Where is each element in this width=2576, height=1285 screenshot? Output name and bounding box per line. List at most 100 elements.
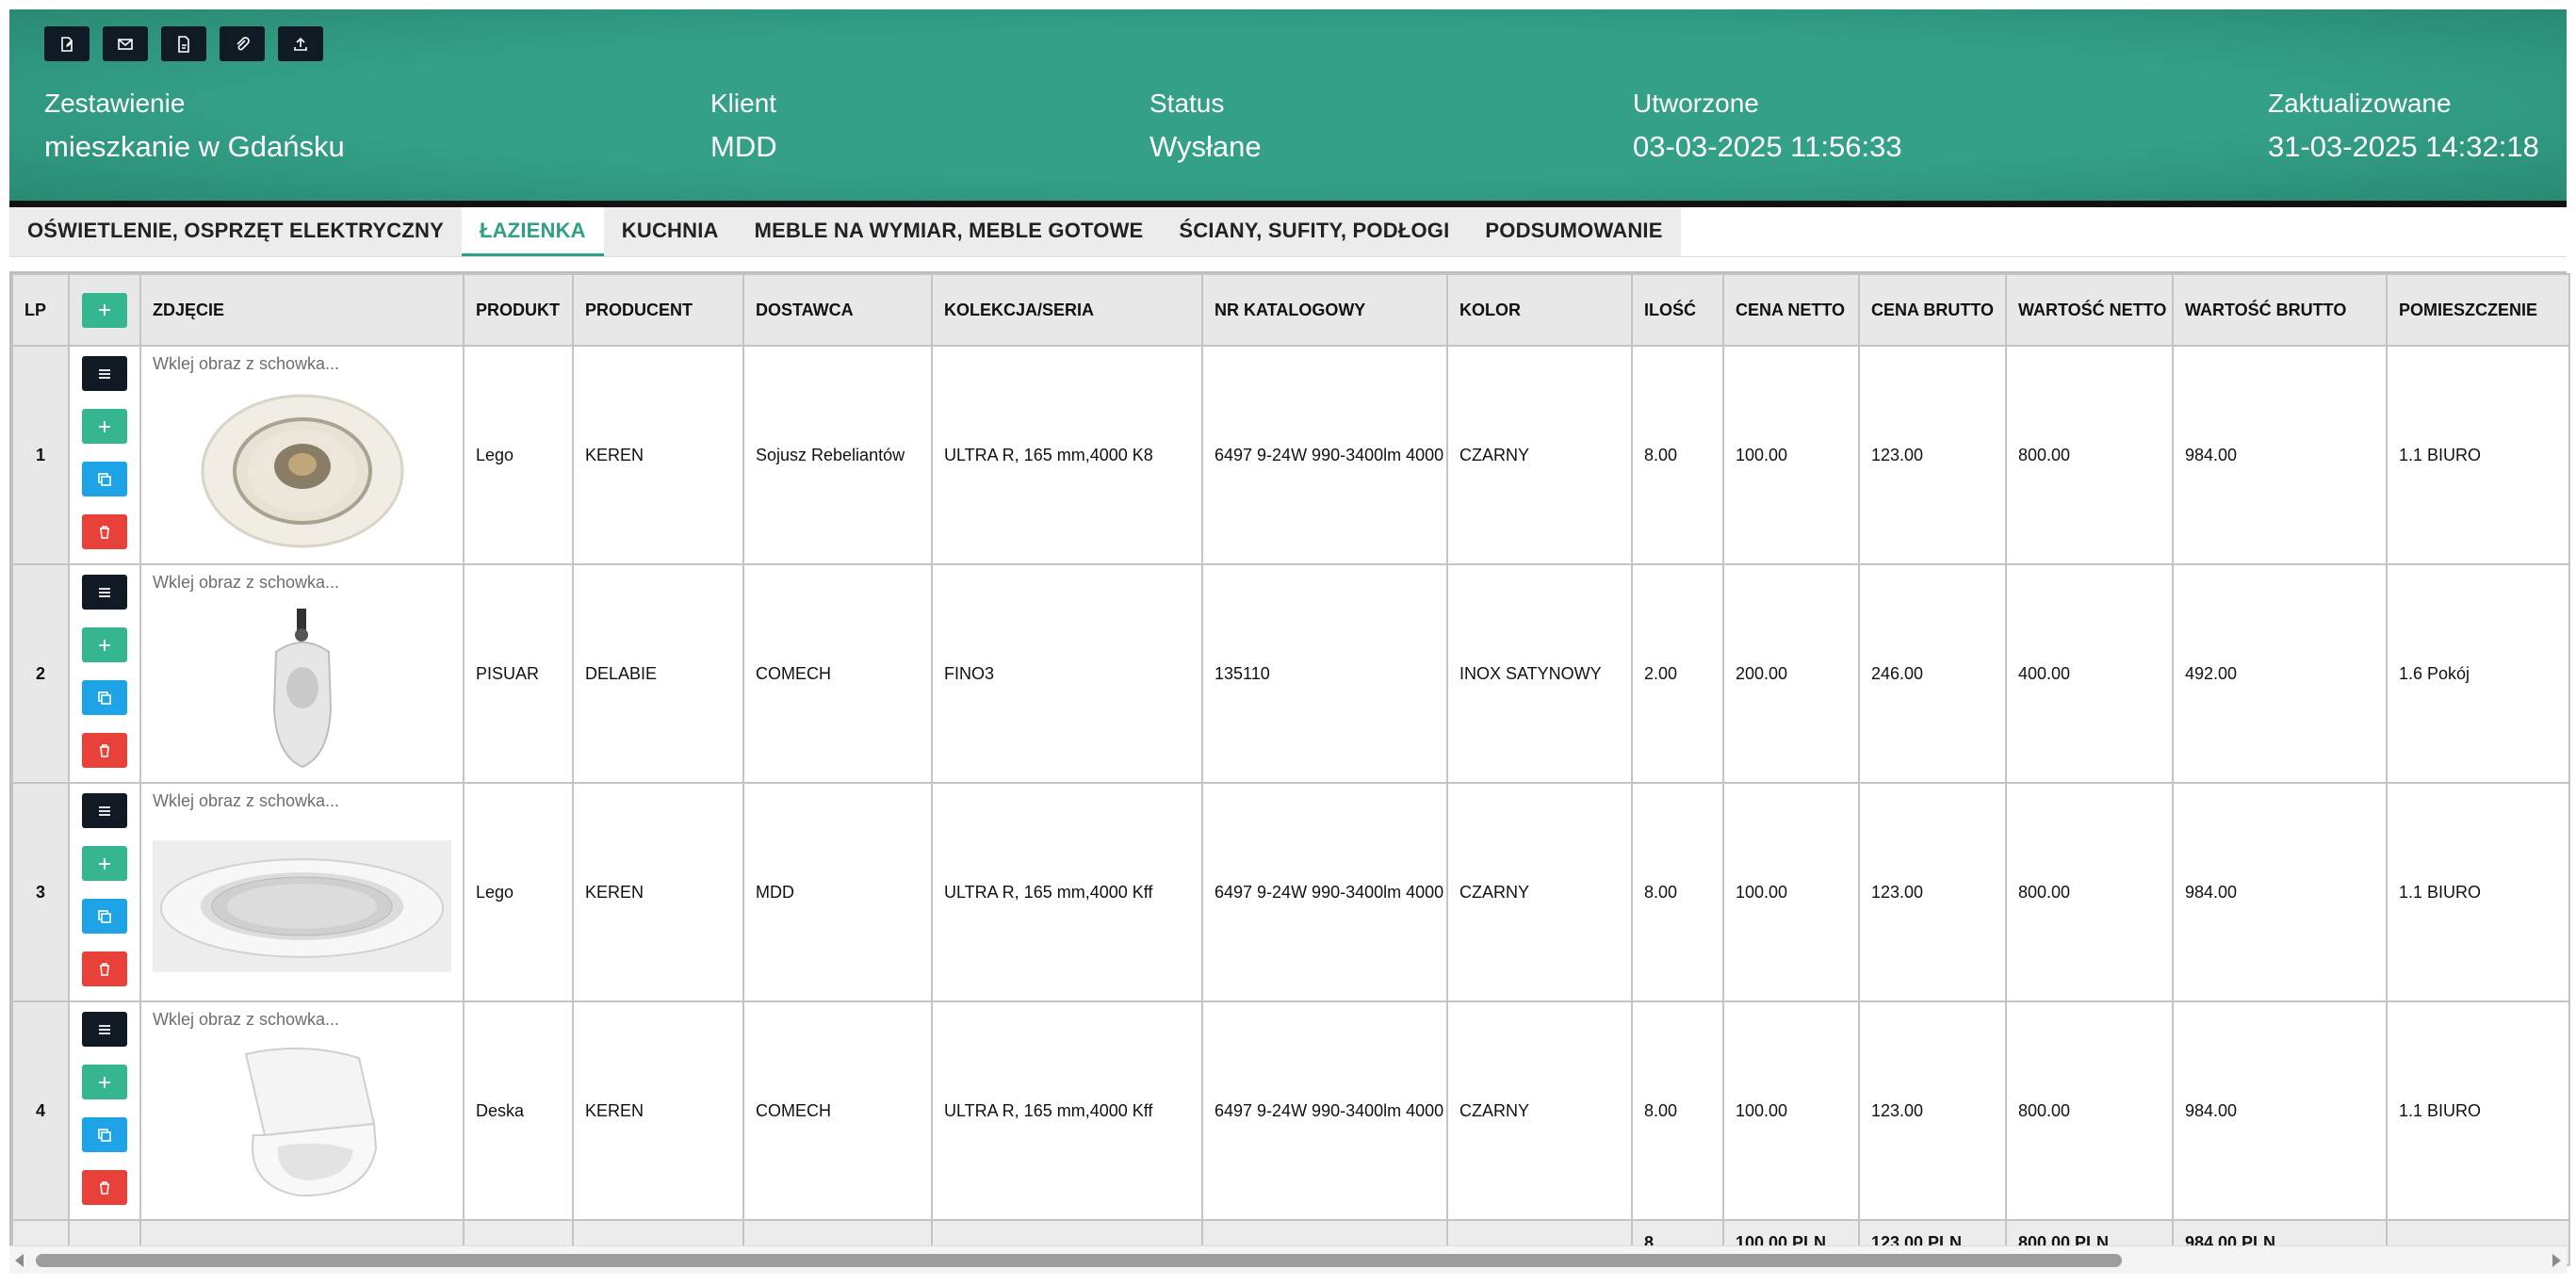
product-image [153, 818, 451, 995]
paste-image-hint: Wklej obraz z schowka... [153, 573, 340, 592]
photo-cell[interactable]: Wklej obraz z schowka... [139, 563, 465, 784]
email-button[interactable] [103, 26, 148, 61]
cell-gross-price: 123.00 [1858, 1000, 2007, 1221]
pdf-button[interactable] [161, 26, 206, 61]
paste-image-hint: Wklej obraz z schowka... [153, 791, 340, 810]
trash-icon [100, 525, 109, 539]
row-menu-button[interactable] [82, 356, 127, 391]
field-value: mieszkanie w Gdańsku [44, 130, 345, 163]
row-menu-button[interactable] [82, 575, 127, 610]
cell-net-price: 100.00 [1722, 1000, 1860, 1221]
photo-cell[interactable]: Wklej obraz z schowka... [139, 345, 465, 565]
col-lp: LP [11, 273, 70, 347]
tab-lazienka[interactable]: ŁAZIENKA [461, 207, 604, 256]
cell-product: Lego [463, 345, 574, 565]
cell-net-value: 800.00 [2005, 782, 2174, 1002]
col-room: POMIESZCZENIE [2386, 273, 2570, 347]
plus-icon [99, 420, 110, 432]
row-number: 2 [11, 563, 70, 784]
row-add-button[interactable] [82, 409, 127, 444]
row-delete-button[interactable] [82, 733, 127, 768]
cell-producer: KEREN [572, 1000, 744, 1221]
row-delete-button[interactable] [82, 514, 127, 549]
tab-sciany[interactable]: ŚCIANY, SUFITY, PODŁOGI [1161, 207, 1467, 256]
products-table: LP ZDJĘCIE PRODUKT PRODUCENT DOSTAWCA KO… [9, 271, 2570, 1266]
tab-oswietlenie[interactable]: OŚWIETLENIE, OSPRZĘT ELEKTRYCZNY [9, 207, 462, 256]
row-copy-button[interactable] [82, 680, 127, 715]
cell-collection: ULTRA R, 165 mm,4000 Kff [931, 782, 1203, 1002]
photo-cell[interactable]: Wklej obraz z schowka... [139, 1000, 465, 1221]
cell-qty: 8.00 [1631, 782, 1724, 1002]
cell-collection: ULTRA R, 165 mm,4000 Kff [931, 1000, 1203, 1221]
copy-icon [98, 691, 111, 705]
col-supplier: DOSTAWCA [742, 273, 933, 347]
cell-supplier: COMECH [742, 1000, 933, 1221]
cell-catalog: 135110 [1201, 563, 1448, 784]
product-image [153, 599, 451, 776]
row-delete-button[interactable] [82, 1170, 127, 1205]
copy-icon [98, 1128, 111, 1142]
scrollbar-thumb[interactable] [36, 1254, 2122, 1267]
upload-button[interactable] [278, 26, 323, 61]
row-menu-button[interactable] [82, 1012, 127, 1047]
row-add-button[interactable] [82, 627, 127, 662]
paste-image-hint: Wklej obraz z schowka... [153, 1010, 340, 1029]
col-catalog: NR KATALOGOWY [1201, 273, 1448, 347]
scroll-left-icon[interactable] [15, 1254, 24, 1267]
product-image [153, 381, 451, 558]
cell-supplier: COMECH [742, 563, 933, 784]
tab-podsumowanie[interactable]: PODSUMOWANIE [1467, 207, 1680, 256]
cell-gross-price: 123.00 [1858, 345, 2007, 565]
field-value: MDD [710, 130, 777, 163]
attach-icon [236, 36, 250, 50]
tab-meble[interactable]: MEBLE NA WYMIAR, MEBLE GOTOWE [737, 207, 1162, 256]
row-actions [68, 782, 141, 1002]
tab-kuchnia[interactable]: KUCHNIA [604, 207, 737, 256]
cell-room: 1.6 Pokój [2386, 563, 2570, 784]
field-label: Zestawienie [44, 89, 186, 118]
recessed-downlight-image [187, 382, 417, 557]
field-value: Wysłane [1149, 130, 1262, 163]
col-gross-value: WARTOŚĆ BRUTTO [2172, 273, 2388, 347]
scroll-right-icon[interactable] [2552, 1254, 2561, 1267]
mail-icon [118, 38, 133, 50]
photo-cell[interactable]: Wklej obraz z schowka... [139, 782, 465, 1002]
cell-collection: FINO3 [931, 563, 1203, 784]
field-label: Utworzone [1633, 89, 1759, 118]
row-copy-button[interactable] [82, 899, 127, 934]
row-add-button[interactable] [82, 846, 127, 881]
row-actions [68, 563, 141, 784]
horizontal-scrollbar[interactable] [9, 1245, 2567, 1274]
table-row: 2 Wklej obraz z schowka... PISUAR DELABI… [11, 563, 2570, 784]
row-copy-button[interactable] [82, 1117, 127, 1152]
cell-net-value: 400.00 [2005, 563, 2174, 784]
col-photo: ZDJĘCIE [139, 273, 465, 347]
menu-icon [99, 805, 110, 816]
plus-icon [99, 857, 110, 870]
edit-button[interactable] [44, 26, 90, 61]
tabs-divider [9, 256, 2567, 257]
cell-producer: KEREN [572, 782, 744, 1002]
row-menu-button[interactable] [82, 793, 127, 828]
header-toolbar [44, 26, 323, 61]
summary-field-zestawienie: Zestawienie mieszkanie w Gdańsku [44, 85, 345, 171]
col-color: KOLOR [1446, 273, 1633, 347]
cell-room: 1.1 BIURO [2386, 345, 2570, 565]
add-row-button[interactable] [82, 292, 127, 328]
cell-qty: 2.00 [1631, 563, 1724, 784]
row-copy-button[interactable] [82, 462, 127, 496]
cell-color: CZARNY [1446, 782, 1633, 1002]
copy-icon [98, 472, 111, 486]
col-gross-price: CENA BRUTTO [1858, 273, 2007, 347]
cell-color: CZARNY [1446, 345, 1633, 565]
urinal-image [254, 605, 350, 771]
row-add-button[interactable] [82, 1065, 127, 1099]
row-number: 4 [11, 1000, 70, 1221]
menu-icon [99, 368, 110, 379]
field-label: Zaktualizowane [2268, 89, 2452, 118]
row-delete-button[interactable] [82, 952, 127, 986]
cell-gross-price: 123.00 [1858, 782, 2007, 1002]
attach-button[interactable] [220, 26, 265, 61]
cell-gross-value: 492.00 [2172, 563, 2388, 784]
col-qty: ILOŚĆ [1631, 273, 1724, 347]
